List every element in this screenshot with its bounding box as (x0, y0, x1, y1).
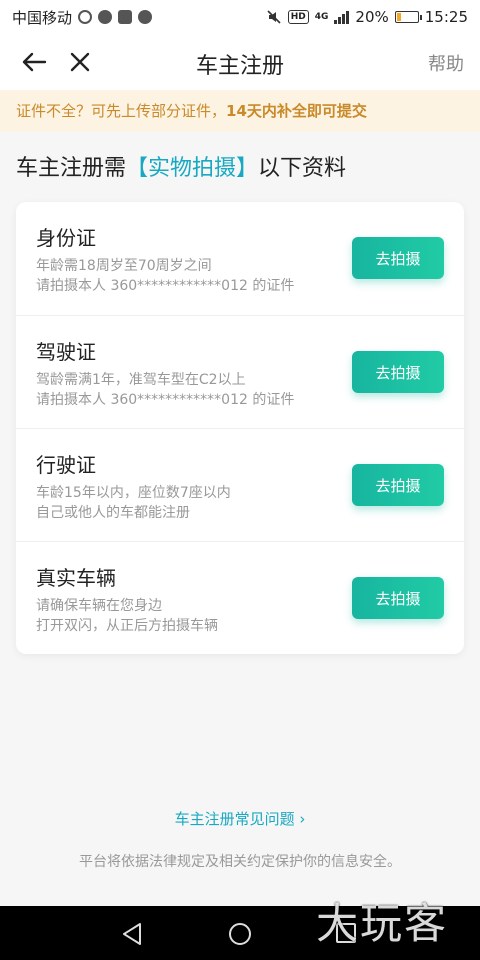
chat-notification-icon (138, 10, 153, 24)
system-home-icon[interactable] (229, 923, 251, 945)
document-description: 请确保车辆在您身边 打开双闪，从正后方拍摄车辆 (36, 596, 218, 636)
headline-highlight: 【实物拍摄】 (126, 156, 259, 181)
document-desc-line: 驾龄需满1年，准驾车型在C2以上 (36, 372, 246, 388)
hd-badge: HD (287, 10, 309, 24)
battery-fill (396, 13, 401, 21)
document-title: 行驶证 (36, 453, 96, 477)
document-desc-line: 请确保车辆在您身边 (36, 598, 162, 614)
system-back-icon[interactable] (120, 921, 144, 947)
document-item-driver-license: 驾驶证 驾龄需满1年，准驾车型在C2以上 请拍摄本人 360**********… (16, 315, 464, 428)
notice-text: 证件不全？可先上传部分证件， (16, 102, 227, 120)
sync-icon (78, 10, 93, 24)
document-item-real-vehicle: 真实车辆 请确保车辆在您身边 打开双闪，从正后方拍摄车辆 去拍摄 (16, 541, 464, 654)
document-desc-line: 请拍摄本人 360************012 的证件 (36, 392, 295, 408)
notice-banner: 证件不全？可先上传部分证件，14天内补全即可提交 (0, 90, 480, 132)
shoot-driver-license-button[interactable]: 去拍摄 (352, 351, 444, 393)
shoot-real-vehicle-button[interactable]: 去拍摄 (352, 577, 444, 619)
shoot-vehicle-license-button[interactable]: 去拍摄 (352, 464, 444, 506)
clock: 15:25 (424, 8, 468, 26)
headline-prefix: 车主注册需 (16, 156, 127, 181)
faq-link[interactable]: 车主注册常见问题 › (0, 808, 480, 829)
document-item-id-card: 身份证 年龄需18周岁至70周岁之间 请拍摄本人 360************… (16, 202, 464, 315)
faq-label: 车主注册常见问题 (174, 810, 295, 828)
mute-icon (267, 10, 281, 24)
documents-card: 身份证 年龄需18周岁至70周岁之间 请拍摄本人 360************… (16, 202, 464, 654)
document-desc-line: 年龄需18周岁至70周岁之间 (36, 258, 212, 274)
network-type: 4G (314, 12, 329, 22)
document-title: 身份证 (36, 226, 96, 250)
status-right: HD 4G 20% 15:25 (266, 8, 468, 26)
battery-icon (394, 11, 422, 23)
signal-icon (334, 10, 350, 24)
privacy-note: 平台将依据法律规定及相关约定保护你的信息安全。 (79, 854, 401, 870)
document-desc-line: 请拍摄本人 360************012 的证件 (36, 278, 295, 294)
document-desc-line: 车龄15年以内，座位数7座以内 (36, 485, 231, 501)
document-item-vehicle-license: 行驶证 车龄15年以内，座位数7座以内 自己或他人的车都能注册 去拍摄 (16, 428, 464, 541)
help-link[interactable]: 帮助 (428, 50, 464, 76)
bookmark-notification-icon (118, 10, 133, 24)
document-title: 真实车辆 (36, 566, 116, 590)
document-description: 车龄15年以内，座位数7座以内 自己或他人的车都能注册 (36, 483, 231, 523)
status-bar: 中国移动 HD 4G 20% 15:25 (0, 0, 480, 34)
chevron-right-icon: › (299, 810, 306, 828)
page-title: 车主注册 (195, 54, 284, 79)
battery-percent: 20% (355, 8, 389, 26)
watermark: 大玩客 (316, 899, 449, 948)
section-headline: 车主注册需【实物拍摄】以下资料 (16, 150, 346, 182)
document-title: 驾驶证 (36, 340, 96, 364)
document-description: 年龄需18周岁至70周岁之间 请拍摄本人 360************012 … (36, 256, 294, 296)
notice-emphasis: 14天内补全即可提交 (226, 102, 367, 120)
document-desc-line: 自己或他人的车都能注册 (36, 505, 190, 521)
document-desc-line: 打开双闪，从正后方拍摄车辆 (36, 618, 218, 634)
carrier-label: 中国移动 (12, 8, 73, 27)
document-description: 驾龄需满1年，准驾车型在C2以上 请拍摄本人 360************01… (36, 370, 294, 410)
headline-suffix: 以下资料 (258, 156, 347, 181)
app-notification-icon (98, 10, 113, 24)
nav-bar: 车主注册 帮助 (0, 34, 480, 90)
shoot-id-card-button[interactable]: 去拍摄 (352, 237, 444, 279)
status-left: 中国移动 (12, 7, 153, 28)
